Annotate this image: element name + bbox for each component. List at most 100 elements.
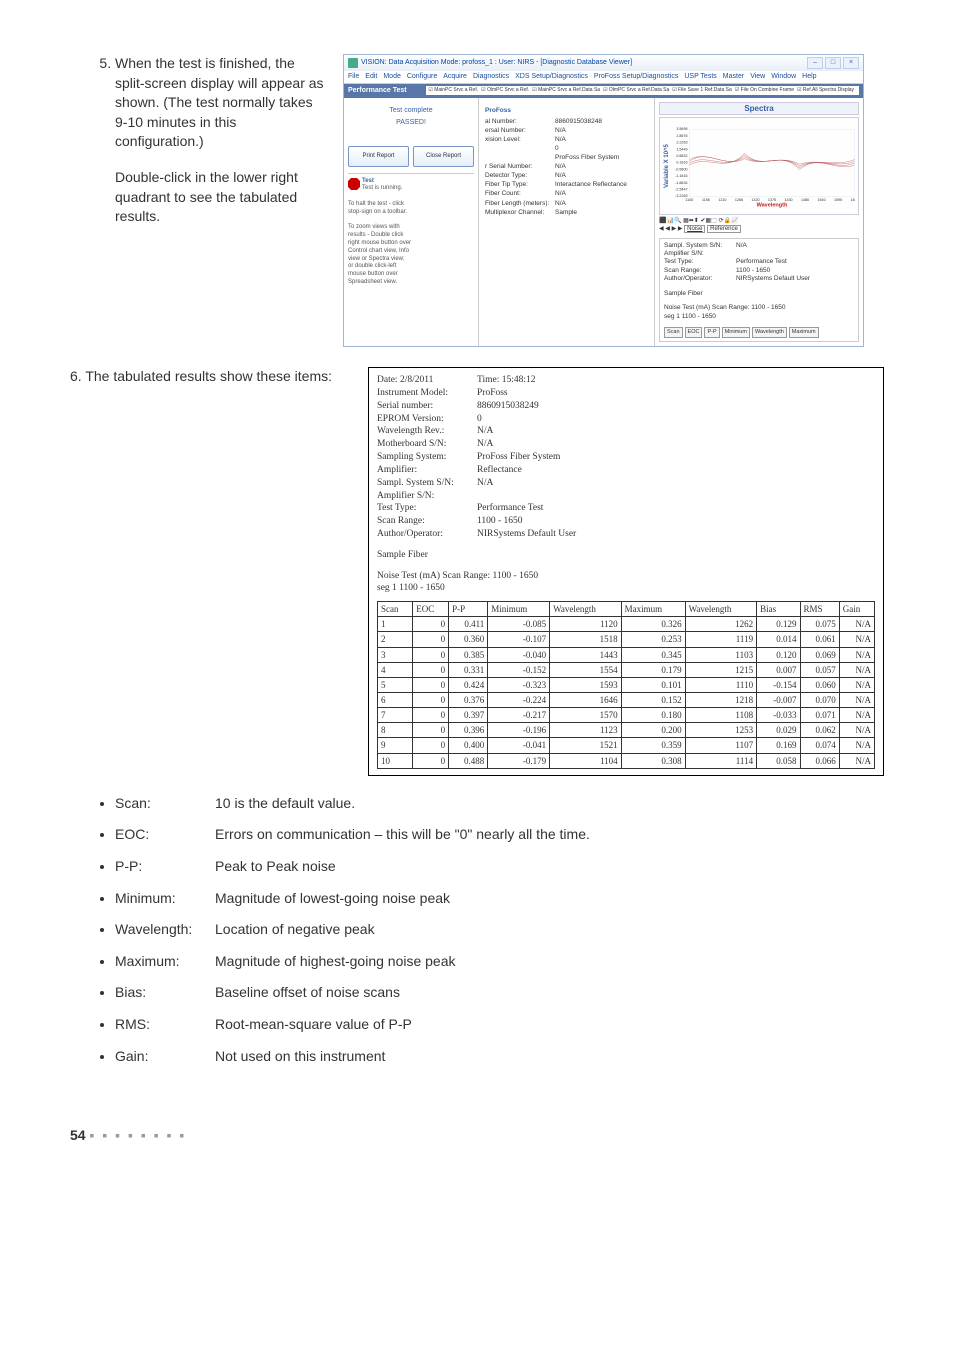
- svg-text:1320: 1320: [752, 198, 760, 202]
- result-header-row: Sampling System:ProFoss Fiber System: [377, 451, 875, 464]
- definition-item: P-P:Peak to Peak noise: [115, 857, 884, 877]
- menu-item[interactable]: Master: [723, 73, 744, 80]
- table-header: Minimum: [488, 602, 550, 617]
- performance-label: Performance Test: [348, 86, 407, 96]
- col-header: Maximum: [789, 327, 819, 338]
- maximize-icon[interactable]: □: [825, 57, 841, 69]
- help-line: To halt the test - click: [348, 201, 404, 207]
- info-row: Fiber Count:N/A: [485, 189, 648, 198]
- table-row: 800.396-0.19611230.20012530.0290.062N/A: [378, 723, 875, 738]
- column-header-buttons: ScanEOCP-PMinimumWavelengthMaximum: [664, 327, 854, 338]
- col-header: Minimum: [722, 327, 750, 338]
- step-5: When the test is finished, the split-scr…: [115, 54, 884, 347]
- info-row: r Serial Number:N/A: [485, 162, 648, 171]
- menu-item[interactable]: Edit: [365, 73, 377, 80]
- table-header: Wavelength: [685, 602, 757, 617]
- svg-text:1375: 1375: [768, 198, 776, 202]
- menu-item[interactable]: File: [348, 73, 359, 80]
- table-row: 400.331-0.15215540.17912150.0070.057N/A: [378, 662, 875, 677]
- menu-item[interactable]: Acquire: [443, 73, 467, 80]
- toolbar-mini-options[interactable]: ☑ MainPC Srvc a Ref.☑ OlmPC Srvc a Ref.☑…: [426, 86, 859, 95]
- svg-text:1266: 1266: [735, 198, 743, 202]
- definition-item: Bias:Baseline offset of noise scans: [115, 983, 884, 1003]
- right-panel: Spectra Variable X 10^5: [655, 98, 863, 347]
- definitions-list: Scan:10 is the default value.EOC:Errors …: [70, 794, 884, 1066]
- menu-item[interactable]: Help: [802, 73, 816, 80]
- svg-text:1.5449: 1.5449: [677, 147, 688, 151]
- chart-svg: 3.58952.88762.22631.54490.88320.1816-0.5…: [671, 121, 855, 211]
- chart-tabs[interactable]: ◀ ◀ ▶ ▶ Noise Reference: [659, 225, 859, 233]
- table-row: 300.385-0.04014430.34511030.1200.069N/A: [378, 647, 875, 662]
- passed-label: PASSED!: [348, 118, 474, 128]
- table-row: 600.376-0.22416460.1521218-0.0070.070N/A: [378, 693, 875, 708]
- info-row: Scan Range:1100 - 1650: [664, 267, 854, 275]
- app-icon: [348, 58, 358, 68]
- definition-item: Maximum:Magnitude of highest-going noise…: [115, 952, 884, 972]
- svg-text:0.8832: 0.8832: [677, 154, 688, 158]
- info-row: al Number:8860915038248: [485, 117, 648, 126]
- results-table: ScanEOCP-PMinimumWavelengthMaximumWavele…: [377, 601, 875, 769]
- info-row: Fiber Length (meters):N/A: [485, 199, 648, 208]
- result-header-row: Sampl. System S/N:N/A: [377, 477, 875, 490]
- table-header: RMS: [800, 602, 839, 617]
- svg-text:1595: 1595: [834, 198, 842, 202]
- definition-item: Wavelength:Location of negative peak: [115, 920, 884, 940]
- svg-text:-1.8634: -1.8634: [676, 181, 688, 185]
- page-number: 54: [70, 1127, 86, 1143]
- menu-bar[interactable]: File Edit Mode Configure Acquire Diagnostics X…: [344, 71, 863, 84]
- help-line: stop-sign on a toolbar.: [348, 209, 407, 215]
- help-line: Control chart view, Info: [348, 248, 409, 254]
- table-row: 500.424-0.32315930.1011110-0.1540.060N/A: [378, 677, 875, 692]
- menu-item[interactable]: ProFoss Setup/Diagnostics: [594, 73, 678, 80]
- table-row: 100.411-0.08511200.32612620.1290.075N/A: [378, 617, 875, 632]
- minimize-icon[interactable]: –: [807, 57, 823, 69]
- results-box: Date: 2/8/2011Time: 15:48:12Instrument M…: [368, 367, 884, 776]
- spectra-title: Spectra: [659, 102, 859, 115]
- help-line: Spreadsheet view.: [348, 279, 397, 285]
- center-panel: ProFoss al Number:8860915038248ersal Num…: [479, 98, 655, 347]
- sample-fiber-label: Sample Fiber: [377, 549, 875, 562]
- svg-text:1650: 1650: [851, 198, 855, 202]
- spectra-chart: Variable X 10^5: [659, 117, 859, 215]
- menu-item[interactable]: USP Tests: [684, 73, 716, 80]
- svg-text:1210: 1210: [719, 198, 727, 202]
- noise-test-line1: Noise Test (mA) Scan Range: 1100 - 1650: [664, 304, 854, 312]
- svg-text:1486: 1486: [801, 198, 809, 202]
- info-row: xision Level:N/A: [485, 135, 648, 144]
- lower-right-quadrant[interactable]: Sampl. System S/N:N/AAmplifier S/N:Test …: [659, 238, 859, 343]
- table-header: Scan: [378, 602, 413, 617]
- menu-item[interactable]: XDS Setup/Diagnostics: [515, 73, 588, 80]
- result-header-row: Motherboard S/N:N/A: [377, 438, 875, 451]
- definition-item: RMS:Root-mean-square value of P-P: [115, 1015, 884, 1035]
- svg-text:-1.1816: -1.1816: [676, 174, 688, 178]
- menu-item[interactable]: Mode: [383, 73, 401, 80]
- help-line: view or Spectra view;: [348, 256, 405, 262]
- stop-sign-icon: [348, 178, 360, 190]
- test-heading: Test: [362, 178, 374, 184]
- footer-dots: ▪ ▪ ▪ ▪ ▪ ▪ ▪ ▪: [89, 1127, 186, 1143]
- result-header-row: Scan Range:1100 - 1650: [377, 515, 875, 528]
- info-row: Detector Type:N/A: [485, 171, 648, 180]
- result-header-row: Serial number:8860915038249: [377, 400, 875, 413]
- close-report-button[interactable]: Close Report: [413, 146, 474, 166]
- col-header: Wavelength: [752, 327, 787, 338]
- table-header: EOC: [413, 602, 449, 617]
- table-header: Maximum: [621, 602, 685, 617]
- menu-item[interactable]: Diagnostics: [473, 73, 509, 80]
- close-icon[interactable]: ×: [843, 57, 859, 69]
- menu-item[interactable]: View: [750, 73, 765, 80]
- definition-item: Scan:10 is the default value.: [115, 794, 884, 814]
- info-row: 0: [485, 144, 648, 153]
- menu-item[interactable]: Configure: [407, 73, 437, 80]
- print-report-button[interactable]: Print Report: [348, 146, 409, 166]
- noise-line1: Noise Test (mA) Scan Range: 1100 - 1650: [377, 570, 875, 583]
- x-axis-label: Wavelength: [757, 202, 788, 208]
- definition-item: Gain:Not used on this instrument: [115, 1047, 884, 1067]
- table-row: 200.360-0.10715180.25311190.0140.061N/A: [378, 632, 875, 647]
- noise-test-line2: seg 1 1100 - 1650: [664, 313, 854, 321]
- info-row: Amplifier S/N:: [664, 250, 854, 258]
- chart-toolbar[interactable]: ⬛📊🔍 ▦⬌⬍ ✔▦⬚ ⟳🔒📈: [659, 217, 859, 225]
- page-footer: 54 ▪ ▪ ▪ ▪ ▪ ▪ ▪ ▪: [70, 1126, 884, 1146]
- noise-line2: seg 1 1100 - 1650: [377, 582, 875, 595]
- menu-item[interactable]: Window: [771, 73, 796, 80]
